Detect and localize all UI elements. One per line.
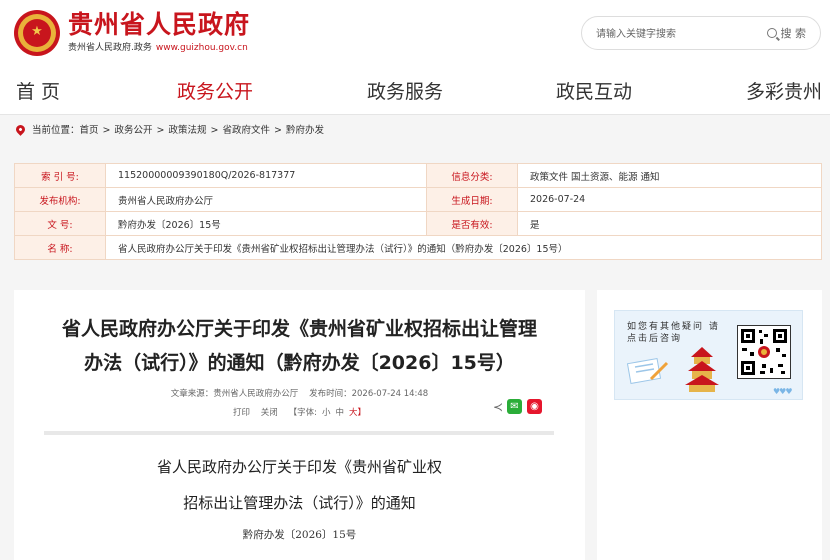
table-row: 发布机构: 贵州省人民政府办公厅 生成日期: 2026-07-24 xyxy=(14,187,822,212)
breadcrumb-item-qianfubanfa[interactable]: 黔府办发 xyxy=(286,125,324,136)
breadcrumb-separator: > xyxy=(102,125,111,136)
nav-item-interaction[interactable]: 政民互动 xyxy=(556,80,632,104)
article-title: 省人民政府办公厅关于印发《贵州省矿业权招标出让管理 办法（试行）》的通知（黔府办… xyxy=(14,312,585,380)
consult-banner[interactable]: 如您有其他疑问 请点击后咨询 ♥♥♥ xyxy=(614,310,803,400)
breadcrumb-item-province-docs[interactable]: 省政府文件 xyxy=(222,125,270,136)
font-small-button[interactable]: 小 xyxy=(322,408,331,418)
national-emblem-icon[interactable]: ★ xyxy=(14,10,60,56)
body-title-line2: 招标出让管理办法（试行）》的通知 xyxy=(183,494,416,512)
index-no-label: 索 引 号: xyxy=(14,163,106,188)
main-nav: 首 页 政务公开 政务服务 政民互动 多彩贵州 xyxy=(0,70,830,115)
search-button-label: 搜 索 xyxy=(780,27,807,40)
search-box: 搜 索 xyxy=(581,16,821,50)
site-header: ★ 贵州省人民政府 贵州省人民政府.政务 www.guizhou.gov.cn 搜… xyxy=(0,0,830,70)
name-label: 名 称: xyxy=(14,235,106,260)
article-title-line1: 省人民政府办公厅关于印发《贵州省矿业权招标出让管理 xyxy=(61,318,537,340)
divider xyxy=(44,431,554,435)
table-row: 文 号: 黔府办发〔2026〕15号 是否有效: 是 xyxy=(14,211,822,236)
breadcrumb-separator: > xyxy=(273,125,282,136)
font-medium-button[interactable]: 中 xyxy=(336,408,345,418)
breadcrumb: 当前位置：首页 > 政务公开 > 政策法规 > 省政府文件 > 黔府办发 xyxy=(14,123,324,139)
table-row: 名 称: 省人民政府办公厅关于印发《贵州省矿业权招标出让管理办法（试行）》的通知… xyxy=(14,235,822,260)
valid-value: 是 xyxy=(517,211,822,236)
site-title[interactable]: 贵州省人民政府 xyxy=(68,10,250,40)
breadcrumb-item-policy[interactable]: 政策法规 xyxy=(168,125,206,136)
issuer-label: 发布机构: xyxy=(14,187,106,212)
print-link[interactable]: 打印 xyxy=(233,408,250,418)
nav-item-home[interactable]: 首 页 xyxy=(16,80,60,104)
breadcrumb-separator: > xyxy=(210,125,219,136)
table-row: 索 引 号: 11520000009390180Q/2026-817377 信息… xyxy=(14,163,822,188)
valid-label: 是否有效: xyxy=(426,211,518,236)
pagoda-icon xyxy=(685,347,719,392)
close-link[interactable]: 关闭 xyxy=(261,408,278,418)
search-icon xyxy=(766,28,777,38)
article-title-line2: 办法（试行）》的通知（黔府办发〔2026〕15号） xyxy=(84,352,515,374)
font-large-button[interactable]: 大】 xyxy=(349,408,366,418)
hearts-decoration-icon: ♥♥♥ xyxy=(773,387,792,396)
index-no-value: 11520000009390180Q/2026-817377 xyxy=(105,163,427,188)
body-title-line1: 省人民政府办公厅关于印发《贵州省矿业权 xyxy=(156,458,442,476)
share-icon[interactable]: ≺ xyxy=(493,400,503,414)
nav-item-gov-affairs-open[interactable]: 政务公开 xyxy=(177,80,253,104)
location-pin-icon xyxy=(14,123,27,136)
body-doc-number: 黔府办发〔2026〕15号 xyxy=(242,529,357,541)
site-url[interactable]: www.guizhou.gov.cn xyxy=(156,43,248,53)
article-panel: 省人民政府办公厅关于印发《贵州省矿业权招标出让管理 办法（试行）》的通知（黔府办… xyxy=(14,290,585,560)
weibo-share-icon[interactable]: ◉ xyxy=(527,399,542,414)
category-value: 政策文件 国土资源、能源 通知 xyxy=(517,163,822,188)
doc-no-value: 黔府办发〔2026〕15号 xyxy=(105,211,427,236)
qr-code-icon[interactable] xyxy=(737,325,791,379)
breadcrumb-prefix: 当前位置： xyxy=(32,125,80,136)
document-meta-table: 索 引 号: 11520000009390180Q/2026-817377 信息… xyxy=(14,163,822,260)
consult-text: 如您有其他疑问 请点击后咨询 xyxy=(627,322,720,344)
search-input[interactable] xyxy=(594,24,748,44)
nav-item-gov-services[interactable]: 政务服务 xyxy=(367,80,443,104)
share-bar: ≺ ✉ ◉ xyxy=(493,398,563,416)
name-value: 省人民政府办公厅关于印发《贵州省矿业权招标出让管理办法（试行）》的通知（黔府办发… xyxy=(105,235,822,260)
breadcrumb-item-home[interactable]: 首页 xyxy=(80,125,99,136)
breadcrumb-item-gov-open[interactable]: 政务公开 xyxy=(115,125,153,136)
issuer-value: 贵州省人民政府办公厅 xyxy=(105,187,427,212)
breadcrumb-separator: > xyxy=(156,125,165,136)
created-date-value: 2026-07-24 xyxy=(517,187,822,212)
search-button[interactable]: 搜 索 xyxy=(766,25,807,41)
doc-no-label: 文 号: xyxy=(14,211,106,236)
article-source: 文章来源：贵州省人民政府办公厅 xyxy=(170,389,299,399)
category-label: 信息分类: xyxy=(426,163,518,188)
wechat-share-icon[interactable]: ✉ xyxy=(507,399,522,414)
font-size-label: 【字体: xyxy=(288,408,317,418)
article-publish-time: 发布时间：2026-07-24 14:48 xyxy=(309,389,429,399)
site-subtitle: 贵州省人民政府.政务 www.guizhou.gov.cn xyxy=(68,42,248,54)
site-subtitle-text: 贵州省人民政府.政务 xyxy=(68,43,152,53)
sidebar: 如您有其他疑问 请点击后咨询 ♥♥♥ xyxy=(597,290,822,560)
nav-item-colorful-guizhou[interactable]: 多彩贵州 xyxy=(746,80,822,104)
document-pen-icon xyxy=(627,357,669,385)
created-date-label: 生成日期: xyxy=(426,187,518,212)
